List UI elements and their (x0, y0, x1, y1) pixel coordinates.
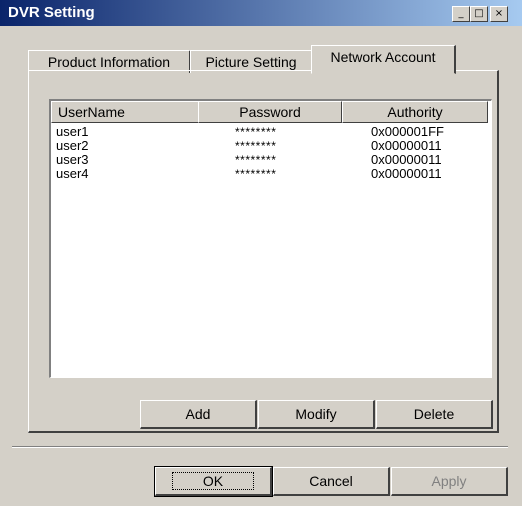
cell-password: ******** (235, 139, 277, 153)
cell-authority: 0x00000011 (371, 152, 442, 167)
add-button[interactable]: Add (140, 400, 257, 429)
ok-label: OK (171, 472, 255, 490)
tab-label: Product Information (47, 54, 171, 70)
cell-authority: 0x000001FF (371, 124, 444, 139)
cell-username: user2 (56, 138, 89, 153)
modify-button[interactable]: Modify (258, 400, 375, 429)
column-header-username[interactable]: UserName (51, 101, 199, 123)
tab-label: Picture Setting (205, 54, 297, 70)
table-row[interactable]: user4 ******** 0x00000011 (51, 166, 487, 182)
delete-button[interactable]: Delete (376, 400, 493, 429)
separator (12, 446, 508, 448)
cell-password: ******** (235, 125, 277, 139)
cell-password: ******** (235, 167, 277, 181)
cell-authority: 0x00000011 (371, 166, 442, 181)
cell-password: ******** (235, 153, 277, 167)
minimize-icon: _ (458, 8, 464, 19)
title-bar[interactable]: DVR Setting _ □ × (0, 0, 522, 26)
close-icon: × (494, 8, 504, 19)
ok-button[interactable]: OK (154, 466, 273, 497)
maximize-button[interactable]: □ (470, 6, 488, 22)
table-row[interactable]: user2 ******** 0x00000011 (51, 138, 487, 154)
apply-button[interactable]: Apply (391, 467, 508, 496)
column-header-password[interactable]: Password (198, 101, 342, 123)
minimize-button[interactable]: _ (452, 6, 470, 22)
table-row[interactable]: user1 ******** 0x000001FF (51, 124, 487, 140)
tab-network-account[interactable]: Network Account (311, 45, 456, 74)
window-title: DVR Setting (8, 4, 95, 21)
cell-username: user3 (56, 152, 89, 167)
dvr-setting-window: DVR Setting _ □ × Product Information Pi… (0, 0, 522, 506)
cell-authority: 0x00000011 (371, 138, 442, 153)
close-button[interactable]: × (490, 6, 508, 22)
tab-label: Network Account (330, 49, 436, 65)
cancel-button[interactable]: Cancel (273, 467, 390, 496)
account-list[interactable]: UserName Password Authority user1 ******… (49, 99, 492, 378)
column-header-authority[interactable]: Authority (342, 101, 488, 123)
maximize-icon: □ (474, 8, 484, 19)
cell-username: user1 (56, 124, 89, 139)
table-row[interactable]: user3 ******** 0x00000011 (51, 152, 487, 168)
cell-username: user4 (56, 166, 89, 181)
